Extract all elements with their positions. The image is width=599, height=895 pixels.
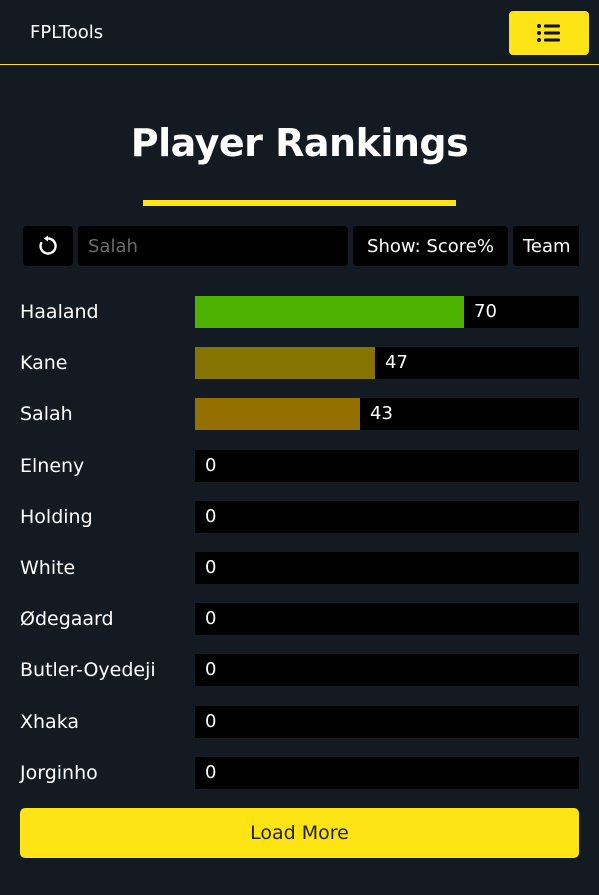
score-bar-fill: [195, 347, 375, 380]
score-value: 0: [205, 608, 217, 630]
player-name: Salah: [20, 403, 73, 426]
score-bar-track: 0: [195, 449, 579, 482]
score-value: 43: [370, 403, 393, 425]
rankings-list: Haaland 70 Kane 47 Salah 43 Elneny 0 Holding 0 Whi…: [20, 296, 579, 808]
menu-toggle-button[interactable]: [509, 11, 589, 55]
score-value: 70: [474, 301, 497, 322]
player-name: Kane: [20, 352, 68, 375]
navbar: FPLTools: [0, 0, 599, 65]
score-value: 0: [205, 505, 217, 527]
title-underline: [143, 200, 456, 206]
show-mode-button[interactable]: Show: Score%: [353, 226, 508, 266]
toolbar: Show: Score% Team: [23, 226, 579, 266]
ranking-row[interactable]: Kane 47: [20, 347, 579, 380]
ranking-row[interactable]: Elneny 0: [20, 449, 579, 482]
ranking-row[interactable]: Holding 0: [20, 500, 579, 533]
search-input[interactable]: [78, 226, 348, 266]
brand-link[interactable]: FPLTools: [30, 21, 103, 45]
score-bar-track: 0: [195, 603, 579, 636]
ranking-row[interactable]: Ødegaard 0: [20, 603, 579, 636]
player-name: Xhaka: [20, 710, 80, 733]
refresh-icon: [39, 235, 57, 255]
player-name: Holding: [20, 505, 93, 528]
ranking-row[interactable]: Haaland 70: [20, 296, 579, 328]
score-bar-track: 0: [195, 551, 579, 584]
player-name: Ødegaard: [20, 608, 114, 631]
score-bar-track: 0: [195, 705, 579, 738]
score-value: 0: [205, 710, 217, 732]
score-value: 47: [385, 352, 408, 374]
score-bar-track: 0: [195, 500, 579, 533]
score-value: 0: [205, 761, 217, 783]
ranking-row[interactable]: White 0: [20, 551, 579, 584]
score-bar-fill: [195, 398, 360, 431]
score-value: 0: [205, 659, 217, 681]
score-bar-fill: [195, 296, 464, 328]
score-bar-track: 0: [195, 654, 579, 687]
score-bar-track: 43: [195, 398, 579, 431]
player-name: Butler-Oyedeji: [20, 659, 156, 682]
ranking-row[interactable]: Butler-Oyedeji 0: [20, 654, 579, 687]
list-menu-icon: [537, 24, 560, 42]
score-bar-track: 70: [195, 296, 579, 328]
player-name: Elneny: [20, 454, 85, 477]
player-name: White: [20, 556, 76, 579]
ranking-row[interactable]: Jorginho 0: [20, 756, 579, 789]
score-bar-track: 47: [195, 347, 579, 380]
score-bar-track: 0: [195, 756, 579, 789]
page-title: Player Rankings: [130, 121, 469, 165]
player-name: Haaland: [20, 301, 99, 323]
score-value: 0: [205, 556, 217, 578]
team-filter-button[interactable]: Team: [513, 226, 579, 266]
player-name: Jorginho: [20, 761, 98, 784]
score-value: 0: [205, 454, 217, 476]
load-more-button[interactable]: Load More: [20, 808, 579, 858]
refresh-button[interactable]: [23, 226, 73, 266]
ranking-row[interactable]: Salah 43: [20, 398, 579, 431]
ranking-row[interactable]: Xhaka 0: [20, 705, 579, 738]
